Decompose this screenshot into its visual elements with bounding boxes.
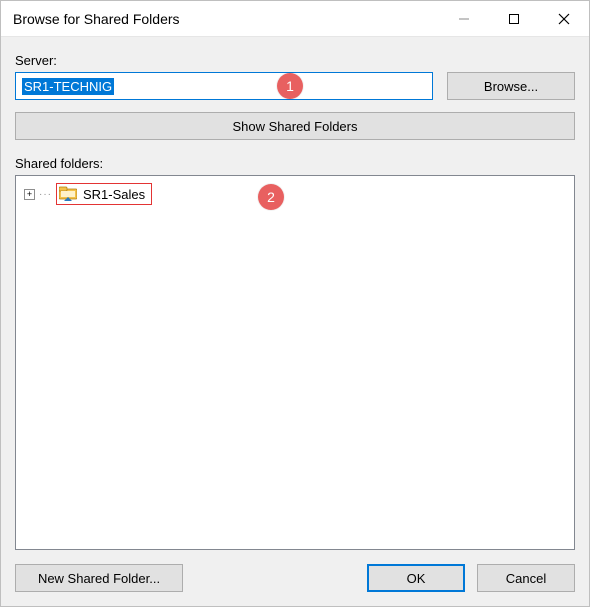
maximize-button[interactable] (489, 1, 539, 37)
tree-expander[interactable]: + (24, 189, 35, 200)
server-row: SR1-TECHNIG Browse... 1 (15, 72, 575, 100)
new-shared-folder-label: New Shared Folder... (38, 571, 160, 586)
minimize-icon (458, 13, 470, 25)
new-shared-folder-button[interactable]: New Shared Folder... (15, 564, 183, 592)
tree-node-selected[interactable]: SR1-Sales (56, 183, 152, 205)
tree-connector: ··· (39, 189, 52, 200)
dialog-footer: New Shared Folder... OK Cancel (15, 564, 575, 592)
ok-button-label: OK (407, 571, 426, 586)
browse-button[interactable]: Browse... (447, 72, 575, 100)
titlebar: Browse for Shared Folders (1, 1, 589, 37)
close-button[interactable] (539, 1, 589, 37)
cancel-button[interactable]: Cancel (477, 564, 575, 592)
dialog-window: Browse for Shared Folders Server: SR1-TE… (0, 0, 590, 607)
tree-node-label: SR1-Sales (83, 187, 145, 202)
server-label: Server: (15, 53, 575, 68)
window-title: Browse for Shared Folders (13, 11, 439, 27)
server-input[interactable]: SR1-TECHNIG (15, 72, 433, 100)
cancel-button-label: Cancel (506, 571, 546, 586)
server-input-value: SR1-TECHNIG (22, 78, 114, 95)
close-icon (558, 13, 570, 25)
ok-button[interactable]: OK (367, 564, 465, 592)
dialog-body: Server: SR1-TECHNIG Browse... 1 Show Sha… (1, 37, 589, 606)
show-shared-folders-button[interactable]: Show Shared Folders (15, 112, 575, 140)
maximize-icon (508, 13, 520, 25)
show-shared-row: Show Shared Folders (15, 112, 575, 140)
shared-folder-icon (59, 186, 77, 202)
shared-folders-label: Shared folders: (15, 156, 575, 171)
show-shared-folders-label: Show Shared Folders (232, 119, 357, 134)
tree-row[interactable]: + ··· SR1-Sales (24, 182, 566, 206)
browse-button-label: Browse... (484, 79, 538, 94)
minimize-button[interactable] (439, 1, 489, 37)
shared-folders-tree[interactable]: + ··· SR1-Sales 2 (15, 175, 575, 550)
